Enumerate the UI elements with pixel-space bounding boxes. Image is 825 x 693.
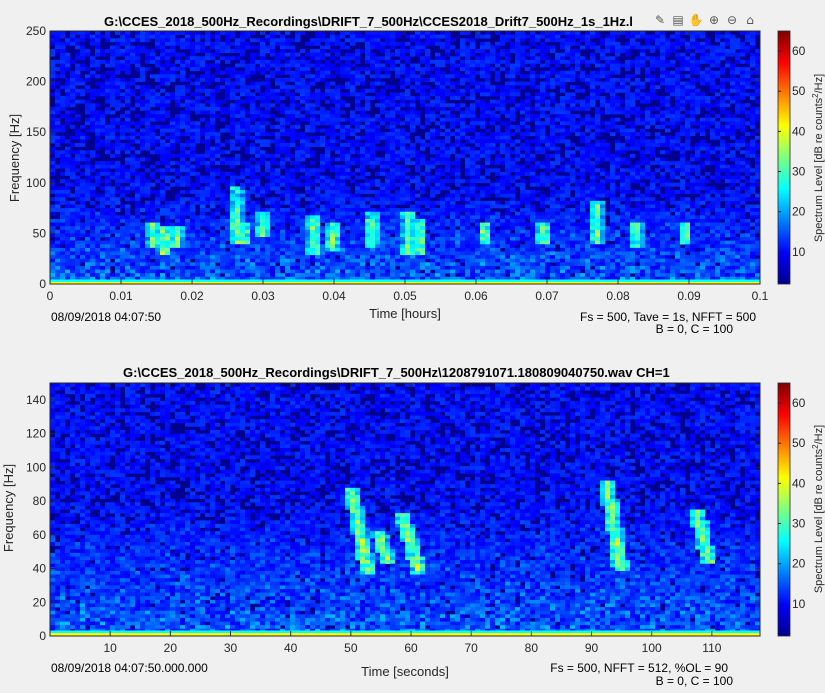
figure-toolbar: ✎ ▤ ✋ ⊕ ⊖ ⌂ bbox=[652, 12, 758, 28]
panel-1-colorbar bbox=[777, 30, 791, 285]
y-tick-label: 40 bbox=[33, 562, 47, 576]
x-tick-label: 0.08 bbox=[606, 289, 630, 303]
colorbar-tick-label: 30 bbox=[792, 517, 806, 531]
x-tick-label: 100 bbox=[642, 641, 662, 655]
y-tick-label: 50 bbox=[33, 226, 47, 240]
x-tick-label: 60 bbox=[404, 641, 418, 655]
y-tick-label: 0 bbox=[39, 629, 46, 643]
colorbar-tick-label: 20 bbox=[792, 205, 806, 219]
brush-icon[interactable]: ✎ bbox=[652, 12, 668, 28]
panel-2-spectrogram bbox=[50, 383, 761, 637]
panel-1-title: G:\CCES_2018_500Hz_Recordings\DRIFT_7_50… bbox=[104, 14, 633, 29]
colorbar-tick-label: 40 bbox=[792, 476, 806, 490]
y-tick-label: 120 bbox=[26, 427, 46, 441]
panel-2-x-label: Time [seconds] bbox=[361, 664, 449, 679]
x-tick-label: 80 bbox=[525, 641, 539, 655]
x-tick-label: 110 bbox=[702, 641, 721, 655]
legend-icon[interactable]: ▤ bbox=[670, 12, 686, 28]
colorbar-tick-label: 60 bbox=[792, 44, 806, 58]
y-tick-label: 100 bbox=[26, 460, 46, 474]
y-tick-label: 250 bbox=[26, 24, 46, 38]
x-tick-label: 10 bbox=[103, 641, 117, 655]
y-tick-label: 0 bbox=[39, 277, 46, 291]
panel-1-start-time: 08/09/2018 04:07:50 bbox=[51, 310, 161, 324]
panel-1-spectrogram bbox=[50, 31, 761, 285]
x-tick-label: 50 bbox=[344, 641, 358, 655]
panel-1-y-label: Frequency [Hz] bbox=[7, 114, 22, 202]
panel-1-x-label: Time [hours] bbox=[369, 306, 441, 321]
x-tick-label: 0.04 bbox=[322, 289, 346, 303]
spectrogram-panel-1: G:\CCES_2018_500Hz_Recordings\DRIFT_7_50… bbox=[7, 14, 825, 336]
home-icon[interactable]: ⌂ bbox=[742, 12, 758, 28]
x-tick-label: 0.05 bbox=[393, 289, 417, 303]
colorbar-tick-label: 50 bbox=[792, 84, 806, 98]
y-tick-label: 20 bbox=[33, 595, 47, 609]
colorbar-tick-label: 50 bbox=[792, 436, 806, 450]
panel-1-colorbar-label: Spectrum Level [dB re counts2/Hz] bbox=[811, 74, 825, 242]
y-tick-label: 140 bbox=[26, 393, 46, 407]
colorbar-tick-label: 40 bbox=[792, 124, 806, 138]
colorbar-tick-label: 20 bbox=[792, 557, 806, 571]
colorbar-tick-label: 10 bbox=[792, 597, 806, 611]
x-tick-label: 70 bbox=[465, 641, 479, 655]
x-tick-label: 30 bbox=[224, 641, 238, 655]
panel-2-colorbar bbox=[777, 382, 791, 637]
x-tick-label: 0 bbox=[47, 289, 54, 303]
low-frequency-band bbox=[50, 633, 760, 636]
colorbar-tick-label: 10 bbox=[792, 245, 806, 259]
panel-2-title: G:\CCES_2018_500Hz_Recordings\DRIFT_7_50… bbox=[123, 365, 670, 380]
spectrogram-panel-2: G:\CCES_2018_500Hz_Recordings\DRIFT_7_50… bbox=[1, 365, 825, 688]
x-tick-label: 0.09 bbox=[677, 289, 701, 303]
panel-1-info-line-2: B = 0, C = 100 bbox=[656, 322, 734, 336]
panel-2-colorbar-label: Spectrum Level [dB re counts2/Hz] bbox=[811, 425, 825, 593]
panel-2-info-line-2: B = 0, C = 100 bbox=[656, 674, 734, 688]
x-tick-label: 0.03 bbox=[251, 289, 275, 303]
y-tick-label: 80 bbox=[33, 494, 47, 508]
x-tick-label: 20 bbox=[164, 641, 178, 655]
zoom-out-icon[interactable]: ⊖ bbox=[724, 12, 740, 28]
x-tick-label: 0.02 bbox=[180, 289, 204, 303]
panel-2-info-line-1: Fs = 500, NFFT = 512, %OL = 90 bbox=[550, 661, 728, 675]
panel-2-y-label: Frequency [Hz] bbox=[1, 464, 16, 552]
spectrogram-figure: G:\CCES_2018_500Hz_Recordings\DRIFT_7_50… bbox=[1, 14, 825, 688]
colorbar-tick-label: 60 bbox=[792, 396, 806, 410]
x-tick-label: 0.1 bbox=[752, 289, 769, 303]
x-tick-label: 40 bbox=[284, 641, 298, 655]
zoom-in-icon[interactable]: ⊕ bbox=[706, 12, 722, 28]
x-tick-label: 0.01 bbox=[109, 289, 133, 303]
colorbar-tick-label: 30 bbox=[792, 165, 806, 179]
x-tick-label: 0.07 bbox=[535, 289, 559, 303]
pan-hand-icon[interactable]: ✋ bbox=[688, 12, 704, 28]
x-tick-label: 0.06 bbox=[464, 289, 488, 303]
x-tick-label: 90 bbox=[585, 641, 599, 655]
y-tick-label: 150 bbox=[26, 125, 46, 139]
y-tick-label: 200 bbox=[26, 75, 46, 89]
panel-2-start-time: 08/09/2018 04:07:50.000.000 bbox=[51, 661, 208, 675]
y-tick-label: 100 bbox=[26, 176, 46, 190]
y-tick-label: 60 bbox=[33, 528, 47, 542]
